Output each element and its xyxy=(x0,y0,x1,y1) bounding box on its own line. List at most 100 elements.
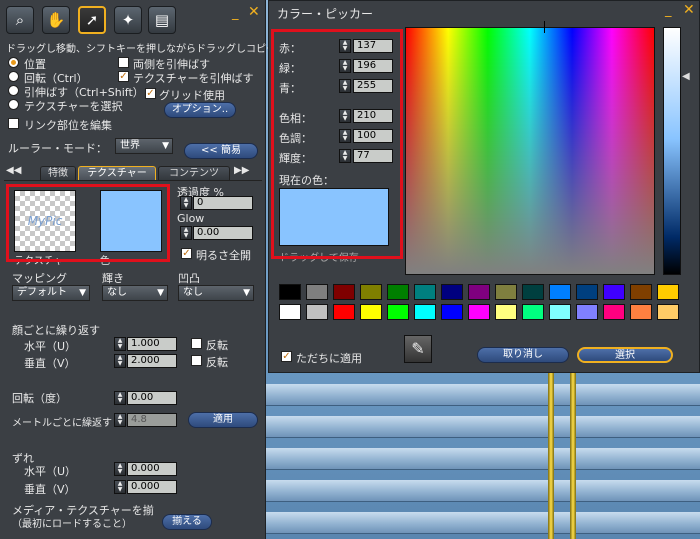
glow-field[interactable]: 0.00 xyxy=(193,226,253,240)
align-button[interactable]: 揃える xyxy=(162,514,212,530)
options-button[interactable]: オプション.. xyxy=(164,102,236,118)
offset-u-spinner[interactable]: ▲ ▼ xyxy=(114,462,126,476)
stretch-texture-label: テクスチャーを引伸ばす xyxy=(133,72,254,85)
color-swatch-preset[interactable] xyxy=(306,284,328,300)
mapping-select[interactable]: デフォルト ▼ xyxy=(12,285,90,301)
bumpiness-select[interactable]: なし ▼ xyxy=(178,285,254,301)
color-swatch-preset[interactable] xyxy=(414,284,436,300)
apply-now-checkbox[interactable]: ✓ xyxy=(281,351,292,362)
window-blind xyxy=(264,384,700,406)
glow-spinner[interactable]: ▲ ▼ xyxy=(180,226,192,240)
color-swatch-preset[interactable] xyxy=(468,284,490,300)
color-swatch-preset[interactable] xyxy=(630,304,652,320)
stretch-radio[interactable] xyxy=(8,85,19,96)
color-swatch-preset[interactable] xyxy=(387,284,409,300)
color-swatch-preset[interactable] xyxy=(522,304,544,320)
rotate-radio[interactable] xyxy=(8,71,19,82)
color-swatch-preset[interactable] xyxy=(468,304,490,320)
color-swatch-preset[interactable] xyxy=(360,284,382,300)
color-swatch-preset[interactable] xyxy=(306,304,328,320)
full-bright-checkbox[interactable]: ✓ xyxy=(181,248,192,259)
position-radio[interactable] xyxy=(8,57,19,68)
tab-texture[interactable]: テクスチャー xyxy=(78,166,156,180)
grid-checkbox[interactable]: ✓ xyxy=(145,88,156,99)
color-swatch-preset[interactable] xyxy=(576,304,598,320)
color-swatch-preset[interactable] xyxy=(441,284,463,300)
simple-button[interactable]: << 簡易 xyxy=(184,143,258,159)
close-icon[interactable]: ✕ xyxy=(683,2,695,18)
highlight-box xyxy=(6,184,170,262)
color-swatch-preset[interactable] xyxy=(630,284,652,300)
repeats-per-meter-spinner[interactable]: ▲ ▼ xyxy=(114,413,126,427)
media-align-note: （最初にロードすること） xyxy=(12,519,132,530)
ruler-mode-value: 世界 xyxy=(120,140,140,151)
land-icon[interactable]: ▤ xyxy=(148,6,176,34)
select-texture-radio[interactable] xyxy=(8,99,19,110)
horizontal-u-field[interactable]: 1.000 xyxy=(127,337,177,351)
stretch-texture-checkbox[interactable]: ✓ xyxy=(118,71,129,82)
select-button[interactable]: 選択 xyxy=(577,347,673,363)
transparency-spinner[interactable]: ▲ ▼ xyxy=(180,196,192,210)
offset-v-label: 垂直（V） xyxy=(24,483,76,496)
bumpiness-label: 凹凸 xyxy=(178,272,200,285)
grab-hand-icon[interactable]: ✋ xyxy=(42,6,70,34)
flip-u-label: 反転 xyxy=(206,339,228,352)
edit-linked-label: リンク部位を編集 xyxy=(24,119,112,132)
close-icon[interactable]: ✕ xyxy=(248,4,260,20)
color-swatch-preset[interactable] xyxy=(522,284,544,300)
offset-u-field[interactable]: 0.000 xyxy=(127,462,177,476)
color-picker-floater: カラー・ピッカー _ ✕ 赤： ▲ ▼ 137 緑： ▲ ▼ 196 青： ▲ ▼ 2… xyxy=(268,0,700,373)
color-spectrum[interactable] xyxy=(405,27,655,275)
color-swatch-preset[interactable] xyxy=(603,304,625,320)
color-swatch-preset[interactable] xyxy=(549,284,571,300)
flip-u-checkbox[interactable] xyxy=(191,338,202,349)
rotation-field[interactable]: 0.00 xyxy=(127,391,177,405)
slider-arrow-icon[interactable]: ◀ xyxy=(682,71,690,82)
color-swatch-preset[interactable] xyxy=(657,304,679,320)
mapping-label: マッピング xyxy=(12,272,67,285)
minimize-icon[interactable]: _ xyxy=(665,3,672,18)
zoom-icon[interactable]: ⌕ xyxy=(6,6,34,34)
shininess-select[interactable]: なし ▼ xyxy=(102,285,168,301)
tab-scroll-left-icon[interactable]: ◀◀ xyxy=(6,165,21,176)
color-swatch-preset[interactable] xyxy=(441,304,463,320)
color-swatch-preset[interactable] xyxy=(657,284,679,300)
apply-button[interactable]: 適用 xyxy=(188,412,258,428)
tab-scroll-right-icon[interactable]: ▶▶ xyxy=(234,165,249,176)
window-blind xyxy=(264,512,700,534)
flip-v-checkbox[interactable] xyxy=(191,355,202,366)
color-swatch-preset[interactable] xyxy=(549,304,571,320)
color-swatch-preset[interactable] xyxy=(360,304,382,320)
offset-v-spinner[interactable]: ▲ ▼ xyxy=(114,480,126,494)
color-swatch-preset[interactable] xyxy=(333,284,355,300)
horizontal-u-spinner[interactable]: ▲ ▼ xyxy=(114,337,126,351)
color-swatch-preset[interactable] xyxy=(387,304,409,320)
color-swatch-preset[interactable] xyxy=(576,284,598,300)
vertical-v-label: 垂直（V） xyxy=(24,357,76,370)
wand-icon[interactable]: ✦ xyxy=(114,6,142,34)
eyedropper-icon[interactable]: ✎ xyxy=(404,335,432,363)
ruler-mode-label: ルーラー・モード： xyxy=(8,142,107,155)
tab-contents[interactable]: コンテンツ xyxy=(158,166,230,180)
color-swatch-preset[interactable] xyxy=(279,284,301,300)
rotation-spinner[interactable]: ▲ ▼ xyxy=(114,391,126,405)
ruler-mode-select[interactable]: 世界 ▼ xyxy=(115,138,173,154)
offset-v-field[interactable]: 0.000 xyxy=(127,480,177,494)
transparency-field[interactable]: 0 xyxy=(193,196,253,210)
minimize-icon[interactable]: _ xyxy=(232,6,239,21)
vertical-v-spinner[interactable]: ▲ ▼ xyxy=(114,354,126,368)
edit-linked-checkbox[interactable] xyxy=(8,118,19,129)
color-swatch-preset[interactable] xyxy=(603,284,625,300)
chevron-down-icon: ▼ xyxy=(162,141,169,151)
tab-features[interactable]: 特徴 xyxy=(40,166,76,180)
cancel-button[interactable]: 取り消し xyxy=(477,347,569,363)
vertical-v-field[interactable]: 2.000 xyxy=(127,354,177,368)
luminance-slider[interactable] xyxy=(663,27,681,275)
color-swatch-preset[interactable] xyxy=(333,304,355,320)
color-swatch-preset[interactable] xyxy=(279,304,301,320)
color-swatch-preset[interactable] xyxy=(495,284,517,300)
color-swatch-preset[interactable] xyxy=(414,304,436,320)
color-swatch-preset[interactable] xyxy=(495,304,517,320)
select-arrow-icon[interactable]: ➚ xyxy=(78,6,106,34)
stretch-both-checkbox[interactable] xyxy=(118,57,129,68)
